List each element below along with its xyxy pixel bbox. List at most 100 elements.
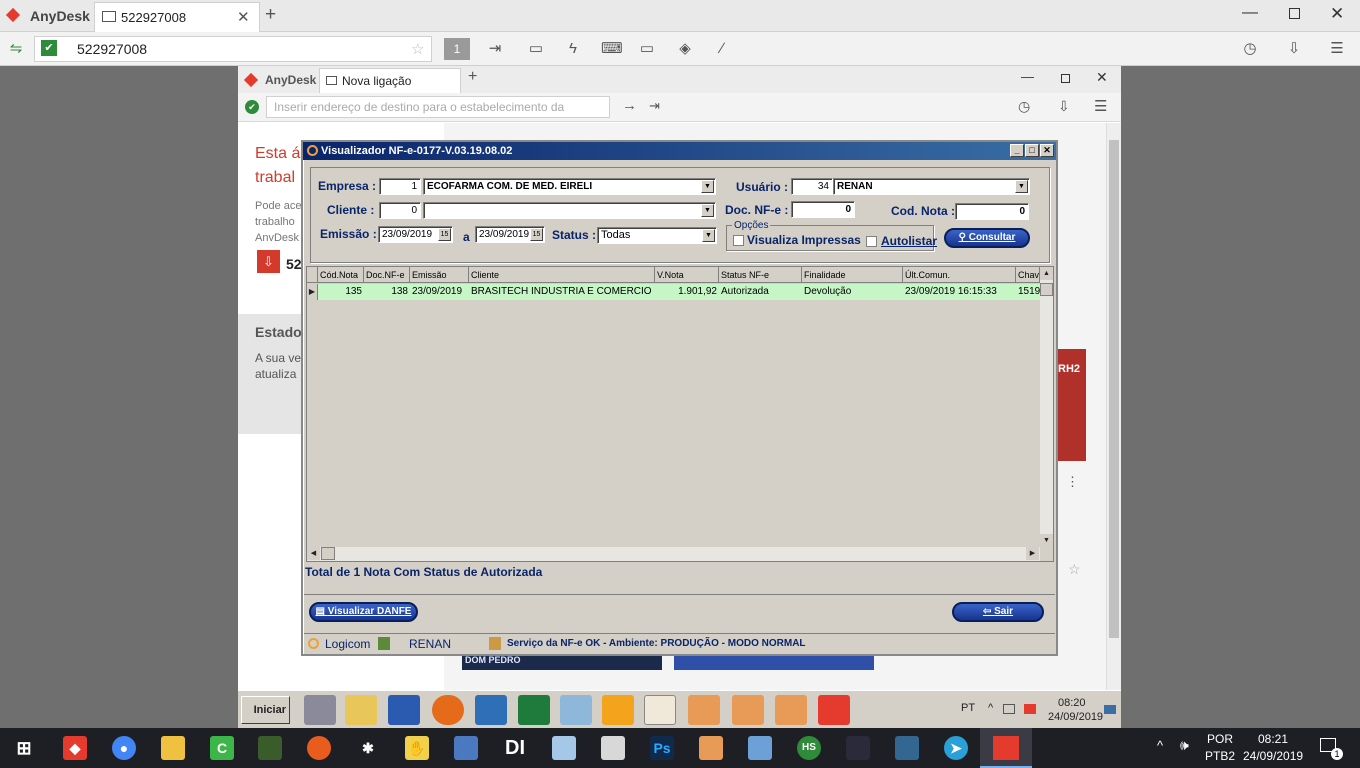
usuario-code-input[interactable]: 34 <box>791 178 833 195</box>
address-bar[interactable]: ✔ 522927008 ☆ <box>34 36 432 62</box>
inner-restore-icon[interactable] <box>1061 74 1070 83</box>
usuario-dropdown-icon[interactable]: ▼ <box>1015 180 1028 193</box>
docnfe-input[interactable]: 0 <box>791 201 855 218</box>
lang-primary[interactable]: POR <box>1207 732 1233 746</box>
grid-hscroll[interactable]: ◀ ▶ <box>307 547 1040 561</box>
close-window-icon[interactable]: ✕ <box>1330 4 1344 24</box>
tab-session[interactable]: 522927008 ✕ <box>94 2 260 32</box>
volume-icon[interactable]: 🕪 <box>1180 737 1189 754</box>
inner-minimize-icon[interactable]: — <box>1021 69 1034 84</box>
col-header-finalidade[interactable]: Finalidade <box>802 267 903 283</box>
word-app-icon[interactable] <box>388 695 420 725</box>
visualiza-impressas-checkbox[interactable] <box>733 235 744 246</box>
grid-vscroll[interactable]: ▲ ▼ <box>1040 267 1053 547</box>
autolistar-checkbox[interactable] <box>866 236 877 247</box>
scroll-down-icon[interactable]: ▼ <box>1040 534 1053 547</box>
visualizar-danfe-button[interactable]: ▤ Visualizar DANFE <box>309 602 418 622</box>
taskbar-dark-app-icon[interactable] <box>846 736 870 760</box>
logicom-app-icon-3[interactable] <box>732 695 764 725</box>
taskbar-box-app-icon[interactable] <box>748 736 772 760</box>
scroll-left-icon[interactable]: ◀ <box>307 547 320 560</box>
consultar-button[interactable]: ⚲ Consultar <box>944 228 1030 248</box>
logicom-app-icon-2[interactable] <box>688 695 720 725</box>
grid-hscroll-thumb[interactable] <box>321 547 335 560</box>
inner-history-icon[interactable]: ◷ <box>1018 98 1030 115</box>
windows-start-icon[interactable]: ⊞ <box>12 736 36 760</box>
start-button[interactable]: Iniciar <box>241 696 290 724</box>
inner-download-icon[interactable]: ⇩ <box>1058 98 1070 115</box>
usuario-select[interactable]: RENAN ▼ <box>833 178 1030 195</box>
viewer-close-button[interactable]: ✕ <box>1040 144 1054 157</box>
menu-icon[interactable]: ☰ <box>1328 40 1346 58</box>
inner-new-tab-icon[interactable]: + <box>468 68 477 86</box>
session-permission-icon[interactable]: ⇋ <box>7 40 25 58</box>
taskbar-explorer-icon[interactable] <box>161 736 185 760</box>
cliente-select[interactable]: ▼ <box>423 202 716 219</box>
calendar-to-icon[interactable]: 15 <box>530 228 543 241</box>
taskbar-paint-icon[interactable] <box>552 736 576 760</box>
inner-menu-icon[interactable]: ☰ <box>1094 97 1107 115</box>
connect-arrow-icon[interactable]: → <box>622 97 637 114</box>
bg-scroll-thumb[interactable] <box>1109 140 1119 638</box>
taskbar-anydesk-icon[interactable]: ◆ <box>63 736 87 760</box>
display-icon[interactable]: ▭ <box>638 40 656 58</box>
codnota-input[interactable]: 0 <box>955 203 1029 220</box>
network-app-icon[interactable] <box>304 695 336 725</box>
taskbar-hands-app-icon[interactable]: ✋ <box>405 736 429 760</box>
taskbar-postgres-icon[interactable] <box>895 736 919 760</box>
emissao-from-input[interactable]: 23/09/2019 15 <box>378 226 453 243</box>
remote-lang-indicator[interactable]: PT <box>961 702 975 714</box>
viewer-maximize-button[interactable]: □ <box>1025 144 1039 157</box>
actions-icon[interactable]: ϟ <box>564 40 582 58</box>
col-header-doc[interactable]: Doc.NF-e <box>364 267 410 283</box>
taskbar-active-app[interactable] <box>980 728 1032 768</box>
inner-tab[interactable]: Nova ligação <box>319 68 461 93</box>
col-header-cliente[interactable]: Cliente <box>469 267 655 283</box>
empresa-dropdown-icon[interactable]: ▼ <box>701 180 714 193</box>
taskbar-office-icon[interactable] <box>601 736 625 760</box>
tray-chevron-icon[interactable]: ^ <box>1157 738 1163 753</box>
status-dropdown-icon[interactable]: ▼ <box>702 229 715 242</box>
taskbar-camtasia-icon[interactable]: C <box>210 736 234 760</box>
lang-secondary[interactable]: PTB2 <box>1205 749 1235 763</box>
status-select[interactable]: Todas ▼ <box>597 227 717 244</box>
clock-time[interactable]: 08:21 <box>1258 732 1288 746</box>
calendar-from-icon[interactable]: 15 <box>438 228 451 241</box>
remote-show-desktop-icon[interactable] <box>1104 705 1116 714</box>
logicom-app-icon-4[interactable] <box>775 695 807 725</box>
remote-tray-chevron-icon[interactable]: ^ <box>988 702 993 714</box>
taskbar-db-app-icon[interactable] <box>454 736 478 760</box>
close-tab-icon[interactable]: ✕ <box>237 8 250 26</box>
monitor-select-button[interactable]: 1 <box>444 38 470 60</box>
logicom-app-icon-1[interactable] <box>644 695 676 725</box>
firefox-app-icon[interactable] <box>432 695 464 725</box>
taskbar-photoshop-icon[interactable]: Ps <box>650 736 674 760</box>
favorite-star-icon[interactable]: ☆ <box>411 40 424 58</box>
bg-scrollbar[interactable] <box>1106 123 1121 691</box>
empresa-select[interactable]: ECOFARMA COM. DE MED. EIRELI ▼ <box>423 178 716 195</box>
cliente-dropdown-icon[interactable]: ▼ <box>701 204 714 217</box>
keyboard-icon[interactable]: ⌨ <box>601 40 623 58</box>
sair-button[interactable]: ⇦ Sair <box>952 602 1044 622</box>
scef-app-icon[interactable] <box>602 695 634 725</box>
col-header-cod[interactable]: Cód.Nota <box>318 267 364 283</box>
taskbar-chart-app-icon[interactable] <box>258 736 282 760</box>
new-tab-icon[interactable]: + <box>265 4 276 26</box>
notepad-app-icon[interactable] <box>560 695 592 725</box>
cliente-code-input[interactable]: 0 <box>379 202 421 219</box>
grid-vscroll-thumb[interactable] <box>1040 283 1053 296</box>
empresa-code-input[interactable]: 1 <box>379 178 421 195</box>
col-header-ultcomun[interactable]: Últ.Comun. <box>903 267 1016 283</box>
taskbar-di-app-icon[interactable]: DI <box>503 736 527 760</box>
remote-tray-anydesk-icon[interactable] <box>1024 704 1036 714</box>
folder-app-icon[interactable] <box>345 695 377 725</box>
bg-star-icon[interactable]: ☆ <box>1068 561 1081 578</box>
scroll-up-icon[interactable]: ▲ <box>1040 267 1053 280</box>
taskbar-chrome-icon[interactable]: ● <box>112 736 136 760</box>
minimize-icon[interactable]: — <box>1242 4 1258 22</box>
col-header-status[interactable]: Status NF-e <box>719 267 802 283</box>
anydesk-app-icon[interactable] <box>818 695 850 725</box>
powershell-app-icon[interactable] <box>475 695 507 725</box>
viewer-minimize-button[interactable]: _ <box>1010 144 1024 157</box>
taskbar-orange-app-icon[interactable] <box>307 736 331 760</box>
